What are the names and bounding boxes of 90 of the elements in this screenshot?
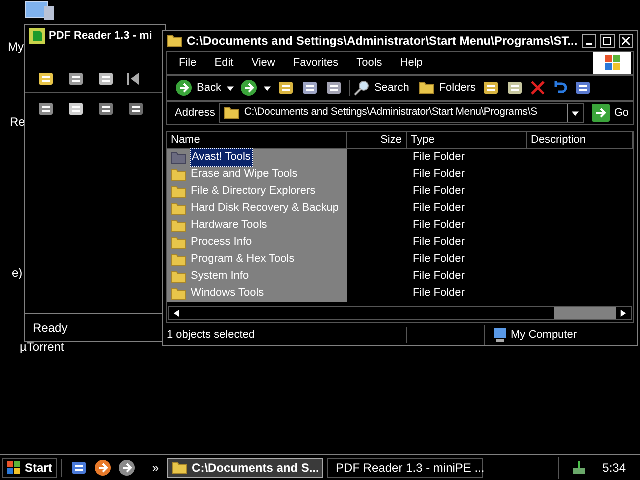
status-text: 1 objects selected: [163, 326, 407, 344]
file-row[interactable]: Avast! Tools: [167, 149, 347, 166]
folder-icon: [171, 236, 187, 250]
folder-icon: [171, 202, 187, 216]
app-icon[interactable]: [94, 458, 112, 476]
folder-icon: [171, 286, 187, 300]
folder-icon: [171, 252, 187, 266]
file-type: File Folder: [412, 218, 466, 233]
windows-flag-icon: [7, 460, 21, 474]
file-name: Windows Tools: [190, 286, 266, 302]
folder-icon: [172, 460, 188, 474]
search-button[interactable]: Search: [349, 80, 410, 96]
file-row[interactable]: Hardware Tools: [167, 217, 347, 234]
file-type: File Folder: [412, 286, 466, 301]
file-type: File Folder: [412, 184, 466, 199]
file-row[interactable]: Process Info: [167, 234, 347, 251]
file-row[interactable]: File & Directory Explorers: [167, 183, 347, 200]
scroll-left-icon[interactable]: [173, 310, 180, 316]
file-type: File Folder: [412, 150, 466, 165]
file-name: Erase and Wipe Tools: [190, 167, 299, 182]
file-name: Hard Disk Recovery & Backup: [190, 201, 340, 216]
menu-item[interactable]: Edit: [214, 54, 234, 72]
address-field[interactable]: C:\Documents and Settings\Administrator\Start Menu\Programs\S: [219, 103, 584, 123]
computer-icon[interactable]: [24, 0, 56, 22]
file-name: System Info: [190, 269, 250, 284]
taskbar-button[interactable]: C:\Documents and S...: [167, 458, 324, 478]
clock: 5:34: [602, 460, 626, 476]
dropdown-icon[interactable]: [264, 84, 272, 92]
file-type: File Folder: [412, 235, 466, 250]
folder-icon: [419, 81, 436, 95]
desktop-icon-label[interactable]: µTorrent: [20, 338, 64, 356]
folder-icon: [171, 184, 187, 198]
go-button[interactable]: Go: [588, 104, 633, 122]
window-title: PDF Reader 1.3 - mi: [49, 28, 152, 44]
file-row[interactable]: Windows Tools: [167, 285, 347, 302]
file-type: File Folder: [412, 252, 466, 267]
address-label: Address: [175, 106, 216, 121]
folder-icon: [171, 218, 187, 232]
folder-icon: [171, 270, 187, 284]
menu-item[interactable]: Favorites: [293, 54, 339, 72]
menu-item[interactable]: Tools: [356, 54, 382, 72]
taskbar-button[interactable]: PDF Reader 1.3 - miniPE ...: [327, 458, 484, 478]
desktop-icon-label[interactable]: e): [12, 264, 23, 282]
app-icon: [29, 28, 45, 44]
file-type: File Folder: [412, 201, 466, 216]
file-row[interactable]: Hard Disk Recovery & Backup: [167, 200, 347, 217]
file-row[interactable]: System Info: [167, 268, 347, 285]
folder-icon: [171, 150, 187, 164]
menu-item[interactable]: Help: [400, 54, 423, 72]
column-header[interactable]: Description: [527, 132, 633, 148]
zone-text: My Computer: [511, 328, 578, 343]
close-icon: [622, 37, 630, 45]
close-button[interactable]: [618, 34, 633, 48]
folders-button[interactable]: Folders: [419, 80, 476, 96]
file-name: Program & Hex Tools: [190, 252, 296, 268]
file-name: Process Info: [190, 235, 254, 250]
dropdown-icon[interactable]: [572, 110, 580, 116]
desktop-icon-label[interactable]: My: [8, 38, 24, 56]
scrollbar-thumb[interactable]: [554, 307, 616, 319]
maximize-button[interactable]: [600, 34, 615, 48]
file-row[interactable]: Program & Hex Tools: [167, 251, 347, 268]
dropdown-icon[interactable]: [227, 84, 234, 92]
undo-icon[interactable]: [552, 80, 568, 96]
file-type: File Folder: [412, 269, 466, 284]
scroll-right-icon[interactable]: [620, 310, 627, 316]
title-folder-icon: [167, 34, 183, 48]
computer-icon: [493, 327, 507, 343]
file-name: Avast! Tools: [190, 148, 253, 167]
maximize-icon: [603, 37, 612, 45]
search-icon: [354, 80, 370, 96]
delete-icon[interactable]: [530, 80, 546, 96]
start-button[interactable]: Start: [2, 458, 58, 478]
back-button[interactable]: Back: [175, 79, 222, 97]
status-text: Ready: [33, 320, 68, 336]
network-icon[interactable]: [570, 460, 587, 476]
menu-item[interactable]: View: [252, 54, 276, 72]
window-title: C:\Documents and Settings\Administrator\Start Menu\Programs\ST...: [187, 33, 578, 50]
file-name: Hardware Tools: [190, 218, 268, 234]
column-header[interactable]: Type: [407, 132, 527, 148]
chevron[interactable]: »: [148, 458, 164, 476]
column-header[interactable]: Size: [347, 132, 407, 148]
file-type: File Folder: [412, 167, 466, 182]
folder-icon: [224, 106, 240, 120]
file-name: File & Directory Explorers: [190, 184, 317, 200]
minimize-button[interactable]: [582, 34, 596, 48]
desktop-icon-label[interactable]: Re: [10, 113, 26, 131]
menu-item[interactable]: File: [179, 54, 197, 72]
folder-icon: [171, 168, 187, 182]
file-row[interactable]: Erase and Wipe Tools: [167, 166, 347, 183]
windows-logo: [593, 52, 631, 74]
